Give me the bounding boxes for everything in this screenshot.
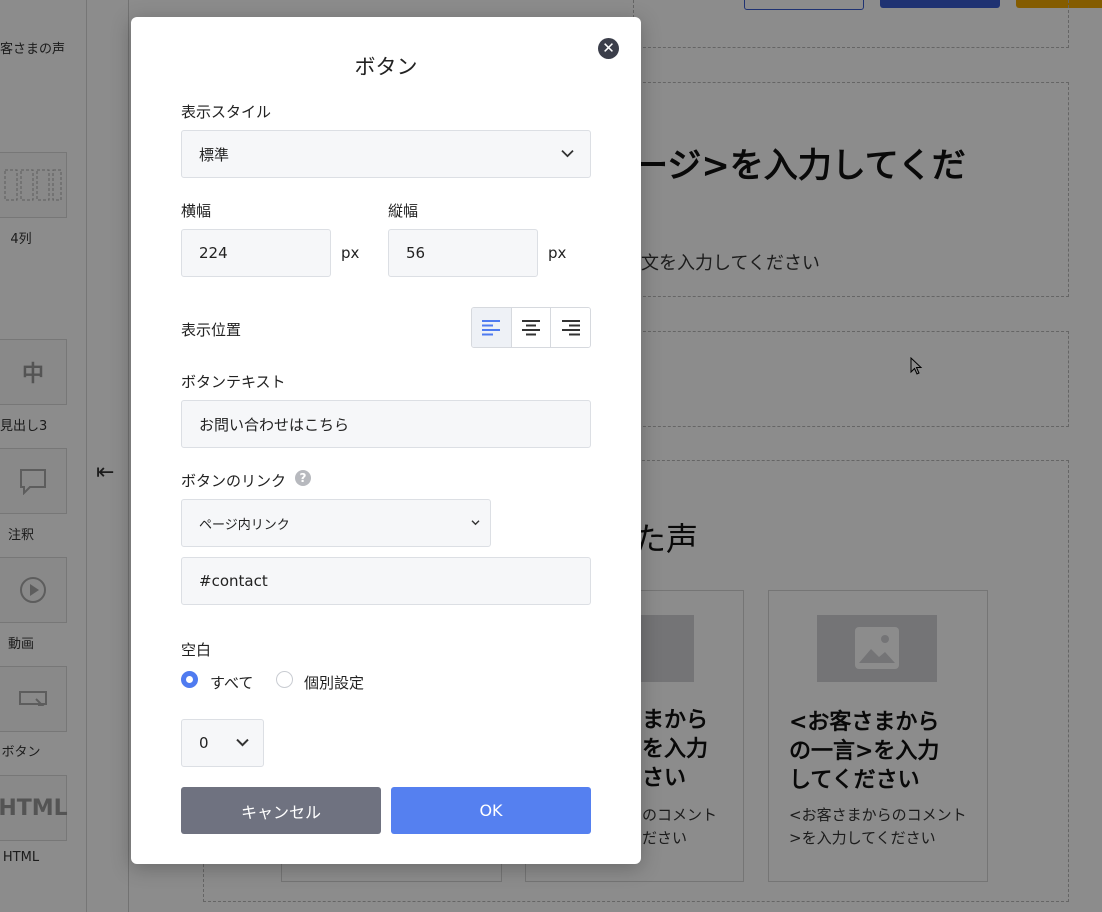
link-type-value: ページ内リンク <box>199 517 290 533</box>
button-text-input[interactable]: お問い合わせはこちら <box>181 400 591 448</box>
link-type-select[interactable]: ページ内リンク <box>181 499 491 547</box>
width-label: 横幅 <box>181 202 212 220</box>
width-value: 224 <box>199 244 228 262</box>
dialog-title: ボタン <box>354 55 418 79</box>
align-right-button[interactable] <box>551 308 590 347</box>
chevron-down-icon <box>561 149 574 158</box>
ok-button[interactable]: OK <box>391 787 591 834</box>
height-unit: px <box>548 244 567 262</box>
height-label: 縦幅 <box>388 202 419 220</box>
width-unit: px <box>341 244 360 262</box>
center-align-icon <box>522 319 540 335</box>
chevron-down-icon <box>236 738 249 747</box>
close-icon[interactable]: ✕ <box>598 38 619 59</box>
display-style-select[interactable]: 標準 <box>181 130 591 178</box>
spacing-all-label[interactable]: すべて <box>210 672 253 693</box>
left-align-icon <box>482 319 501 335</box>
spacing-value: 0 <box>199 734 209 752</box>
button-text-value: お問い合わせはこちら <box>199 415 350 434</box>
spacing-individual-radio[interactable] <box>276 671 293 688</box>
align-center-button[interactable] <box>511 308 552 347</box>
height-value: 56 <box>406 244 426 262</box>
display-style-label: 表示スタイル <box>181 103 272 121</box>
button-text-label: ボタンテキスト <box>181 373 286 391</box>
link-url-value: #contact <box>199 572 268 590</box>
spacing-label: 空白 <box>181 641 212 659</box>
display-style-value: 標準 <box>199 145 230 164</box>
spacing-all-radio[interactable] <box>181 671 198 688</box>
align-left-button[interactable] <box>472 308 512 347</box>
right-align-icon <box>561 319 580 335</box>
position-label: 表示位置 <box>181 321 242 339</box>
spacing-individual-label[interactable]: 個別設定 <box>304 672 364 693</box>
alignment-group <box>471 307 591 348</box>
button-link-label: ボタンのリンク <box>181 472 287 490</box>
height-input[interactable]: 56 <box>388 229 538 277</box>
link-url-input[interactable]: #contact <box>181 557 591 605</box>
width-input[interactable]: 224 <box>181 229 331 277</box>
chevron-down-icon <box>471 520 480 526</box>
cancel-button[interactable]: キャンセル <box>181 787 381 834</box>
spacing-value-select[interactable]: 0 <box>181 719 264 767</box>
help-icon[interactable]: ? <box>295 470 311 486</box>
button-settings-dialog: ボタン ✕ 表示スタイル 標準 横幅 224 px 縦幅 56 px 表示位置 … <box>131 17 641 864</box>
